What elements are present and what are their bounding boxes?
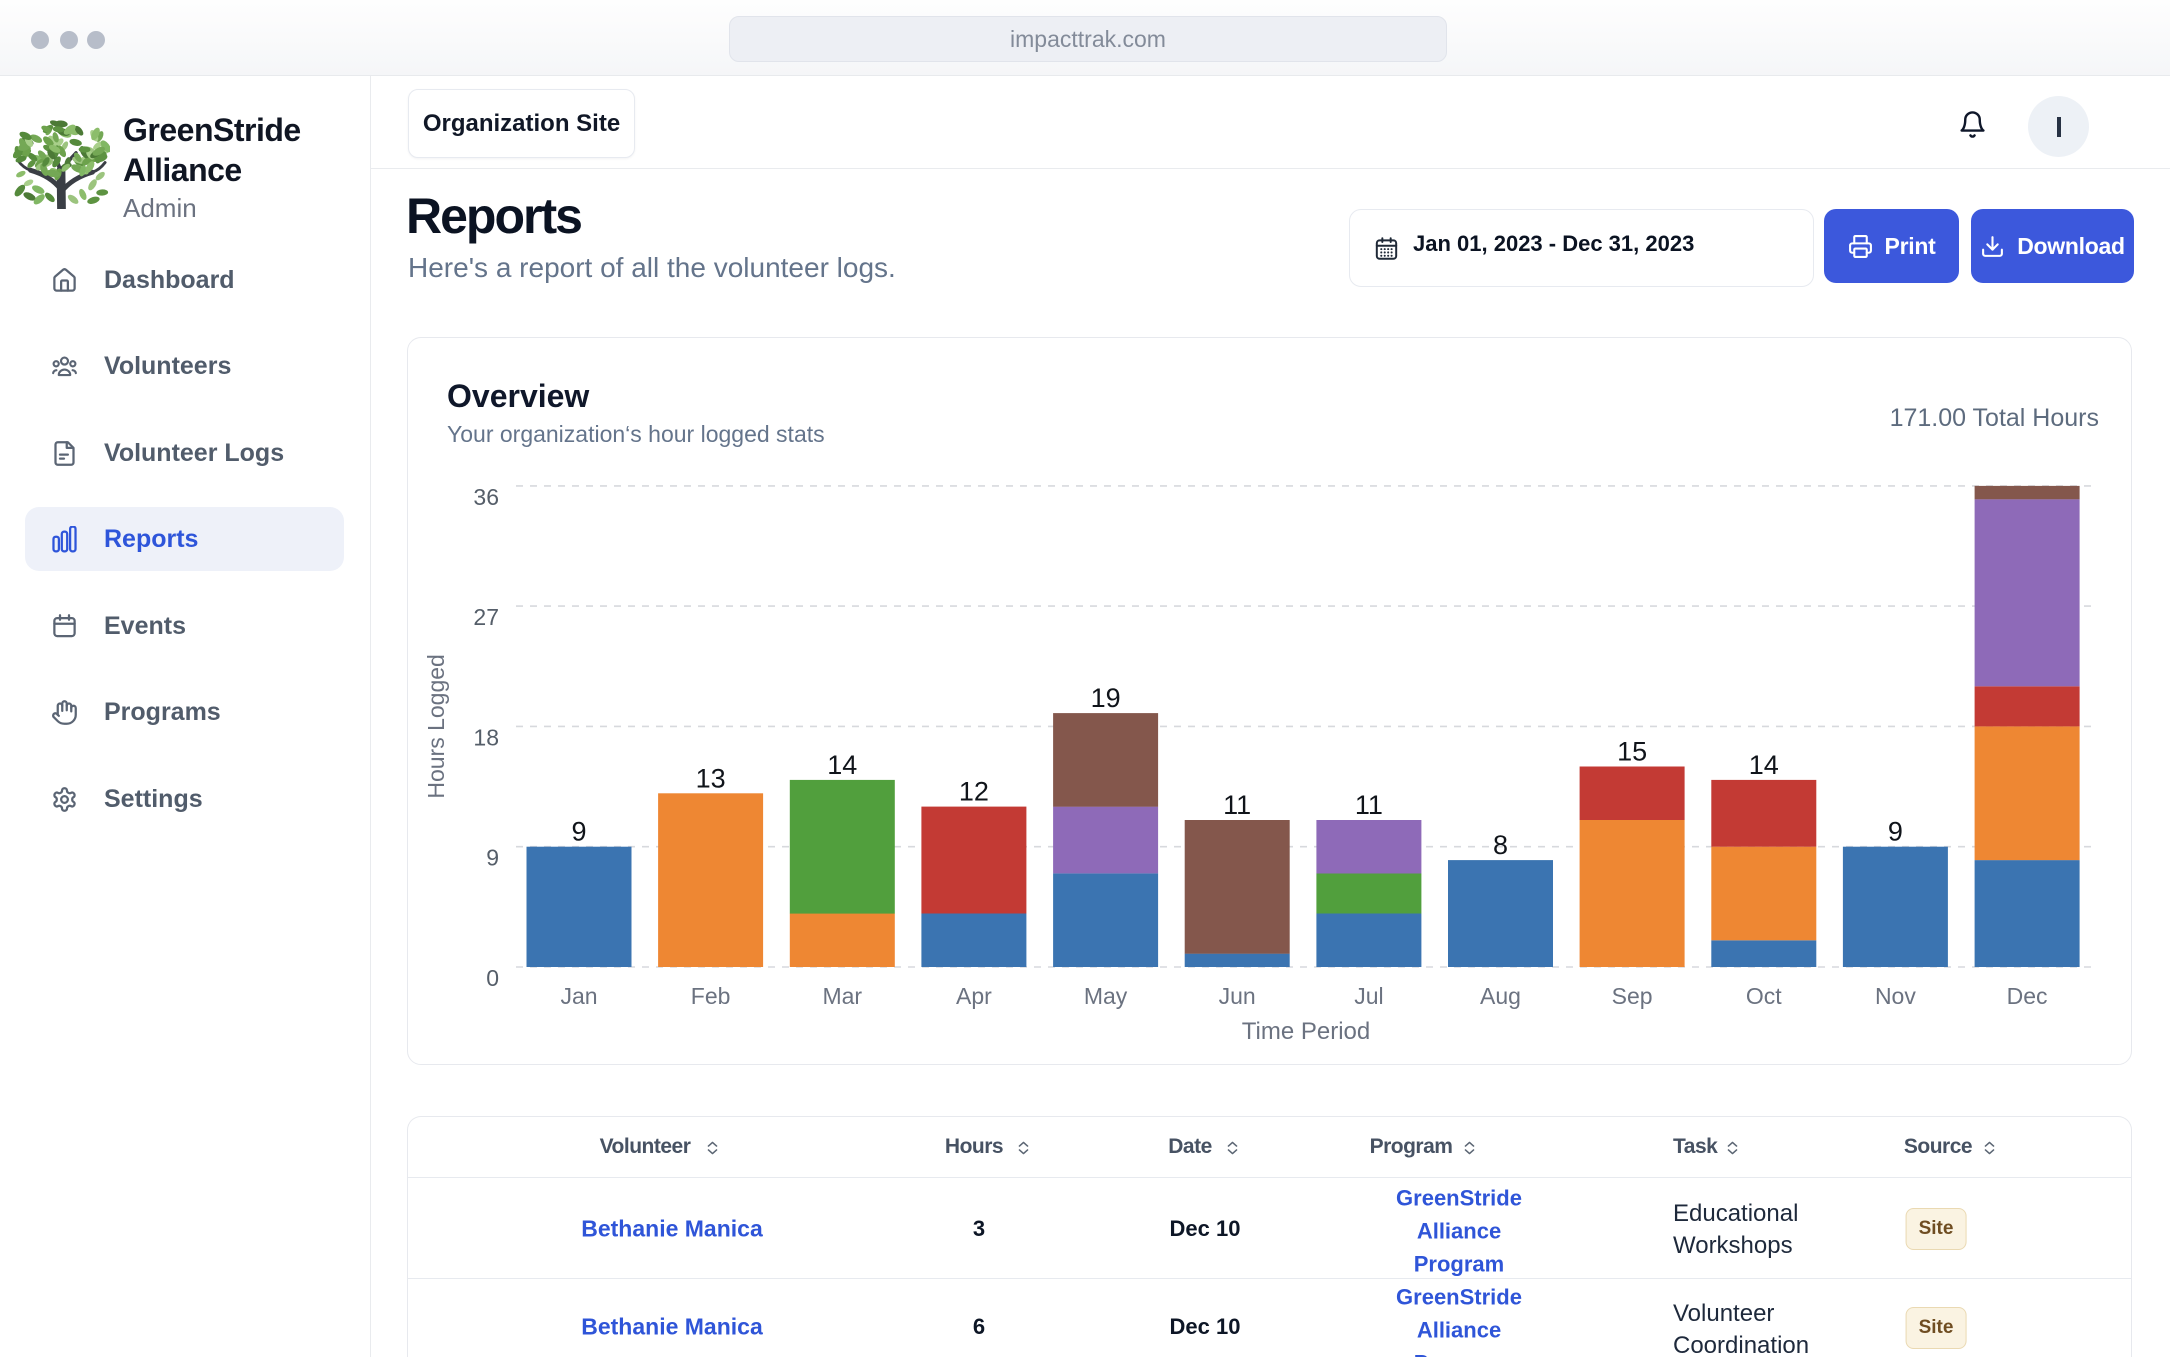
svg-text:Time Period: Time Period	[1242, 1018, 1370, 1045]
svg-text:14: 14	[1749, 750, 1779, 780]
svg-text:18: 18	[473, 724, 499, 750]
svg-text:Jul: Jul	[1354, 983, 1383, 1009]
svg-text:Jun: Jun	[1219, 983, 1256, 1009]
svg-text:14: 14	[827, 750, 857, 780]
svg-text:9: 9	[571, 817, 586, 847]
svg-text:13: 13	[696, 763, 726, 793]
svg-text:36: 36	[473, 484, 499, 510]
svg-text:Dec: Dec	[2007, 983, 2048, 1009]
svg-text:9: 9	[486, 845, 499, 871]
svg-text:May: May	[1084, 983, 1128, 1009]
svg-text:19: 19	[1091, 683, 1121, 713]
svg-text:0: 0	[486, 965, 499, 991]
svg-text:Apr: Apr	[956, 983, 992, 1009]
svg-text:15: 15	[1617, 737, 1647, 767]
svg-text:Mar: Mar	[822, 983, 862, 1009]
svg-text:Jan: Jan	[560, 983, 597, 1009]
svg-text:8: 8	[1493, 830, 1508, 860]
svg-text:Sep: Sep	[1612, 983, 1653, 1009]
svg-text:11: 11	[1223, 790, 1251, 820]
svg-text:12: 12	[959, 777, 989, 807]
svg-text:Nov: Nov	[1875, 983, 1916, 1009]
svg-text:Feb: Feb	[691, 983, 731, 1009]
svg-text:9: 9	[1888, 817, 1903, 847]
svg-text:Oct: Oct	[1746, 983, 1782, 1009]
svg-text:Aug: Aug	[1480, 983, 1521, 1009]
svg-text:11: 11	[1355, 790, 1383, 820]
svg-text:27: 27	[473, 604, 499, 630]
svg-text:Hours Logged: Hours Logged	[423, 654, 449, 799]
